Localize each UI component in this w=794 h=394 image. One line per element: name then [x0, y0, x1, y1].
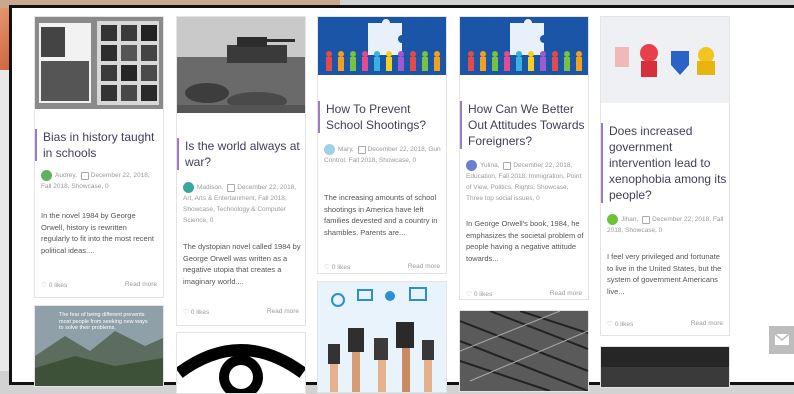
post-date: December 22, 2018: [652, 216, 710, 224]
post-excerpt: I feel very privileged and fortunate to …: [607, 252, 722, 296]
author-name[interactable]: Jihan: [621, 216, 637, 223]
likes-count[interactable]: ♡ 0 likes: [607, 320, 633, 328]
post-image: [601, 17, 729, 103]
post-image: [318, 17, 446, 75]
post-excerpt: In the novel 1984 by George Orwell, hist…: [41, 211, 154, 255]
calendar-icon: [357, 145, 366, 154]
author-name[interactable]: Audrey: [55, 172, 75, 179]
heart-icon[interactable]: ♡: [183, 308, 189, 316]
author-avatar: [466, 160, 477, 171]
post-meta: Madison, December 22, 2018, Art, Arts & …: [183, 182, 301, 226]
post-card[interactable]: [600, 346, 730, 388]
post-meta: Mary, December 22, 2018, Gun Control, Fa…: [324, 144, 442, 166]
read-more-link[interactable]: Read more: [267, 308, 299, 315]
post-card[interactable]: How To Prevent School Shootings? Mary, D…: [317, 16, 447, 274]
read-more-link[interactable]: Read more: [691, 320, 723, 327]
author-name[interactable]: Mary: [338, 146, 352, 153]
calendar-icon: [642, 215, 651, 224]
post-title[interactable]: Does increased government intervention l…: [601, 123, 727, 203]
heart-icon[interactable]: ♡: [466, 290, 472, 298]
eye-icon: [177, 333, 305, 393]
post-card[interactable]: Is the world always at war? Madison, Dec…: [176, 16, 306, 326]
post-excerpt: In George Orwell's book, 1984, he emphas…: [466, 219, 584, 263]
post-excerpt: The dystopian novel called 1984 by Georg…: [183, 242, 301, 286]
post-card[interactable]: [317, 281, 447, 393]
post-meta: Yulina, December 22, 2018, Education, Fa…: [466, 160, 584, 204]
likes-count[interactable]: ♡ 0 likes: [466, 290, 492, 298]
calendar-icon: [227, 183, 236, 192]
read-more-link[interactable]: Read more: [550, 290, 582, 297]
post-image: [35, 17, 163, 109]
post-card[interactable]: Bias in history taught in schools Audrey…: [34, 16, 164, 298]
heart-icon[interactable]: ♡: [41, 281, 47, 289]
post-title[interactable]: How Can We Better Out Attitudes Towards …: [460, 101, 586, 149]
post-card[interactable]: The fear of being different prevents mos…: [34, 305, 164, 387]
image-caption: The fear of being different prevents mos…: [59, 312, 148, 331]
post-title[interactable]: Bias in history taught in schools: [35, 129, 161, 161]
post-image: [460, 17, 588, 75]
calendar-icon: [80, 171, 89, 180]
post-image: [460, 311, 588, 391]
calendar-icon: [503, 161, 512, 170]
post-date: December 22, 2018: [513, 162, 571, 170]
author-avatar: [607, 214, 618, 225]
post-categories[interactable]: Fall 2018, Showcase, 0: [41, 183, 109, 190]
heart-icon[interactable]: ♡: [607, 320, 613, 328]
post-card[interactable]: Does increased government intervention l…: [600, 16, 730, 336]
likes-count[interactable]: ♡ 0 likes: [41, 281, 67, 289]
author-avatar: [324, 144, 335, 155]
post-categories[interactable]: Art, Arts & Entertainment, Fall 2018, Sh…: [183, 195, 287, 224]
post-card[interactable]: [176, 332, 306, 394]
author-avatar: [41, 170, 52, 181]
likes-count[interactable]: ♡ 0 likes: [324, 263, 350, 271]
read-more-link[interactable]: Read more: [125, 281, 157, 288]
read-more-link[interactable]: Read more: [408, 263, 440, 270]
mail-icon: [775, 334, 789, 345]
post-excerpt: The increasing amounts of school shootin…: [324, 193, 438, 237]
author-name[interactable]: Madison: [197, 184, 222, 191]
heart-icon[interactable]: ♡: [324, 263, 330, 271]
post-date: December 22, 2018: [237, 184, 295, 192]
post-image: [177, 17, 305, 113]
author-name[interactable]: Yulina: [480, 162, 498, 169]
post-meta: Jihan, December 22, 2018, Fall 2018, Sho…: [607, 214, 725, 236]
blog-grid-panel: Bias in history taught in schools Audrey…: [9, 5, 794, 394]
post-card[interactable]: [459, 310, 589, 392]
post-image: [318, 282, 446, 392]
post-image: [601, 347, 729, 387]
post-title[interactable]: Is the world always at war?: [177, 138, 303, 170]
post-card[interactable]: How Can We Better Out Attitudes Towards …: [459, 16, 589, 300]
likes-count[interactable]: ♡ 0 likes: [183, 308, 209, 316]
post-categories[interactable]: Education, Fall 2018, Immigration, Point…: [466, 173, 581, 202]
post-date: December 22, 2018: [367, 146, 425, 154]
author-avatar: [183, 182, 194, 193]
mail-button[interactable]: [769, 326, 794, 354]
post-meta: Audrey, December 22, 2018, Fall 2018, Sh…: [41, 170, 159, 192]
post-date: December 22, 2018: [90, 172, 148, 180]
post-title[interactable]: How To Prevent School Shootings?: [318, 101, 444, 133]
